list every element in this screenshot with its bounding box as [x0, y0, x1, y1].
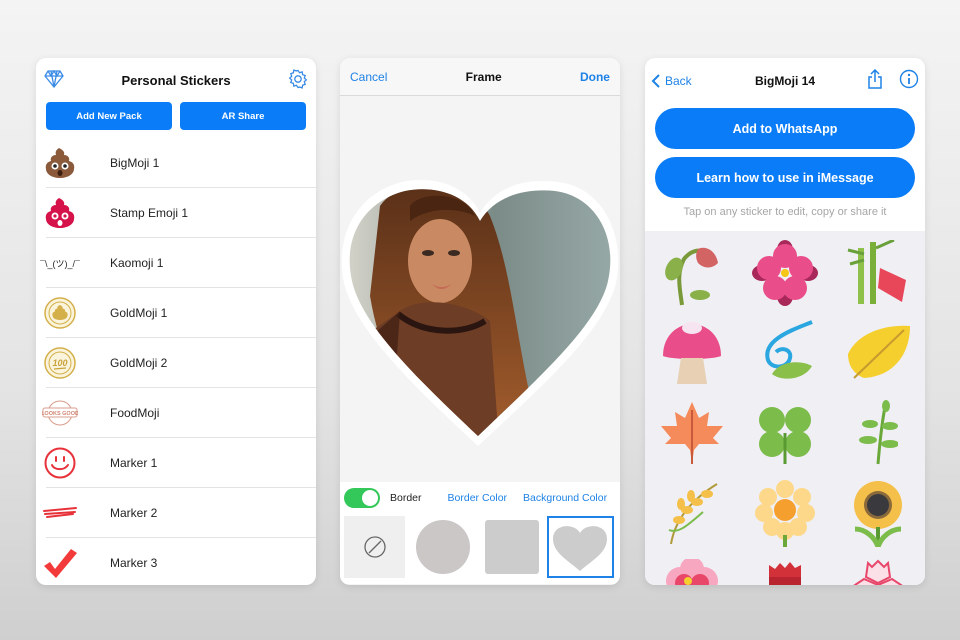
sticker-sunflower[interactable]: [832, 473, 925, 553]
list-item[interactable]: Stamp Emoji 1: [36, 188, 316, 238]
page-title: Frame: [465, 69, 502, 84]
pack-label: Marker 2: [110, 506, 158, 520]
list-item[interactable]: LOOKS GOOD FoodMoji: [36, 388, 316, 438]
border-toggle[interactable]: [344, 488, 380, 508]
heart-shape-icon: [553, 526, 608, 571]
hint-text: Tap on any sticker to edit, copy or shar…: [683, 206, 887, 218]
no-shape-icon: [363, 536, 386, 558]
kaomoji-shrug-icon: ¯\_(ツ)_/¯: [40, 258, 80, 269]
page-title: Personal Stickers: [121, 72, 231, 88]
shape-circle-option[interactable]: [409, 516, 476, 578]
heart-framed-photo: [341, 179, 619, 446]
shape-none-option[interactable]: [344, 516, 406, 578]
nav-bar: Cancel Frame Done: [340, 58, 620, 96]
personal-stickers-screen: Personal Stickers Add New Pack AR Share …: [36, 58, 316, 585]
chevron-left-icon: [651, 74, 660, 88]
gold-coin-poop-icon: [42, 295, 78, 331]
pack-label: Marker 1: [110, 456, 158, 470]
border-label: Border: [390, 492, 422, 504]
pack-label: Kaomoji 1: [110, 256, 164, 270]
red-checkmark-icon: [42, 545, 78, 581]
svg-text:LOOKS GOOD: LOOKS GOOD: [42, 411, 78, 417]
sticker-pack-screen: Back BigMoji 14 Add to WhatsApp Learn ho…: [645, 58, 925, 585]
list-item[interactable]: BigMoji 1: [36, 138, 316, 188]
nav-bar: Personal Stickers: [36, 58, 316, 102]
looks-good-stamp-icon: LOOKS GOOD: [42, 395, 78, 431]
shape-heart-option[interactable]: [546, 516, 614, 578]
sticker-cherry-blossom[interactable]: [832, 553, 925, 585]
sticker-wind-leaf[interactable]: [738, 313, 831, 393]
sticker-maple-leaf[interactable]: [645, 393, 738, 473]
photo-canvas[interactable]: [340, 96, 620, 482]
sticker-grid: [645, 231, 925, 585]
done-button[interactable]: Done: [580, 70, 610, 84]
sticker-yellow-leaf[interactable]: [832, 313, 925, 393]
frame-editor-screen: Cancel Frame Done Border Border Color Ba…: [340, 58, 620, 585]
pack-label: GoldMoji 2: [110, 356, 168, 370]
info-icon[interactable]: [899, 69, 919, 94]
list-item[interactable]: Marker 3: [36, 538, 316, 585]
sticker-wilted-rose[interactable]: [645, 233, 738, 313]
list-item[interactable]: Marker 1: [36, 438, 316, 488]
shape-square-option[interactable]: [478, 516, 545, 578]
sticker-herb[interactable]: [832, 393, 925, 473]
diamond-icon[interactable]: [44, 69, 64, 93]
gold-coin-100-icon: 100: [42, 345, 78, 381]
square-shape-icon: [484, 520, 539, 574]
pack-label: FoodMoji: [110, 406, 160, 420]
circle-shape-icon: [415, 520, 470, 574]
pack-label: Stamp Emoji 1: [110, 206, 189, 220]
cancel-button[interactable]: Cancel: [350, 70, 387, 84]
shape-picker: [340, 514, 620, 584]
red-marker-stroke-icon: [42, 495, 78, 531]
sticker-pink-flower[interactable]: [738, 233, 831, 313]
sticker-bamboo[interactable]: [832, 233, 925, 313]
sticker-plum-blossom[interactable]: [645, 553, 738, 585]
sticker-rice-ear[interactable]: [645, 473, 738, 553]
add-new-pack-button[interactable]: Add New Pack: [46, 102, 172, 130]
back-label: Back: [665, 74, 692, 88]
list-item[interactable]: Marker 2: [36, 488, 316, 538]
sticker-red-rose[interactable]: [738, 553, 831, 585]
list-item[interactable]: ¯\_(ツ)_/¯ Kaomoji 1: [36, 238, 316, 288]
pack-label: Marker 3: [110, 556, 158, 570]
list-item[interactable]: GoldMoji 1: [36, 288, 316, 338]
red-poop-stamp-icon: [42, 195, 78, 231]
poop-emoji-icon: [42, 145, 78, 181]
sticker-yellow-daisy[interactable]: [738, 473, 831, 553]
share-icon[interactable]: [867, 68, 883, 94]
learn-imessage-button[interactable]: Learn how to use in iMessage: [655, 157, 915, 198]
add-to-whatsapp-button[interactable]: Add to WhatsApp: [655, 108, 915, 149]
nav-bar: Back BigMoji 14: [645, 58, 925, 104]
sticker-mushroom[interactable]: [645, 313, 738, 393]
back-button[interactable]: Back: [651, 73, 692, 89]
background-color-button[interactable]: Background Color: [523, 492, 607, 504]
pack-label: BigMoji 1: [110, 156, 160, 170]
ar-share-button[interactable]: AR Share: [180, 102, 306, 130]
pack-list: BigMoji 1 Stamp Emoji 1 ¯\_(ツ)_/¯ Kaomoj…: [36, 138, 316, 585]
pack-label: GoldMoji 1: [110, 306, 168, 320]
list-item[interactable]: 100 GoldMoji 2: [36, 338, 316, 388]
svg-text:100: 100: [52, 358, 67, 368]
sticker-four-leaf-clover[interactable]: [738, 393, 831, 473]
border-controls: Border Border Color Background Color: [340, 482, 620, 514]
border-color-button[interactable]: Border Color: [448, 492, 508, 504]
red-smiley-icon: [42, 445, 78, 481]
gear-icon[interactable]: [288, 69, 308, 94]
